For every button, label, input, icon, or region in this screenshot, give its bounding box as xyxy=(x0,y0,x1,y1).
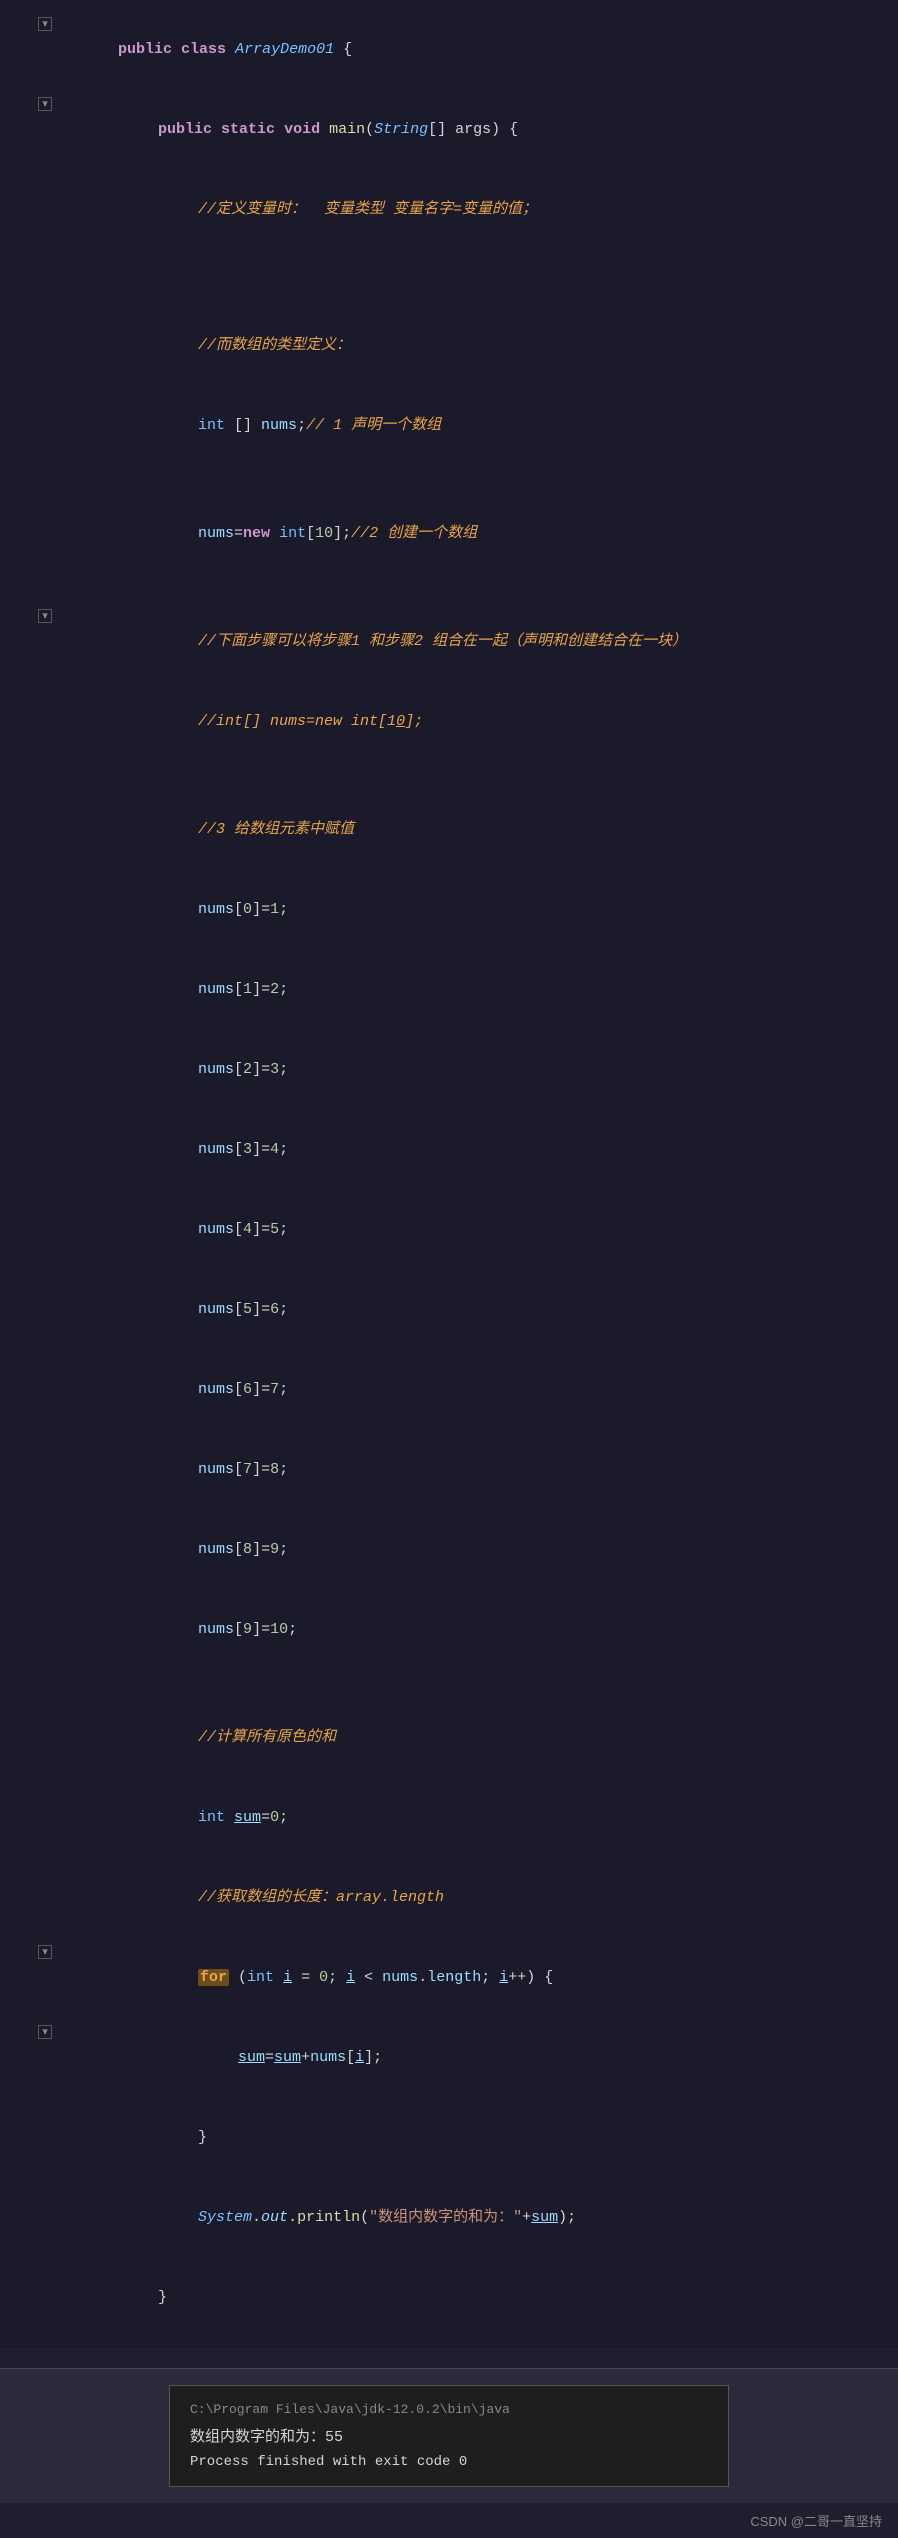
code-line-27: int sum=0; xyxy=(0,1778,898,1858)
kw-class: class xyxy=(181,41,226,58)
line-content-3: //定义变量时： 变量类型 变量名字=变量的值； xyxy=(60,171,898,249)
code-line-empty-4 xyxy=(0,574,898,602)
code-line-18: nums[3]=4; xyxy=(0,1110,898,1190)
fold-icon-30[interactable]: ▾ xyxy=(38,2025,52,2039)
fold-icon-29[interactable]: ▾ xyxy=(38,1945,52,1959)
classname-arraydemo: ArrayDemo01 xyxy=(235,41,334,58)
output-area: C:\Program Files\Java\jdk-12.0.2\bin\jav… xyxy=(0,2368,898,2503)
code-line-empty-6 xyxy=(0,1670,898,1698)
code-line-22: nums[7]=8; xyxy=(0,1430,898,1510)
code-line-empty-1 xyxy=(0,250,898,278)
code-line-26: //计算所有原色的和 xyxy=(0,1698,898,1778)
output-terminal: C:\Program Files\Java\jdk-12.0.2\bin\jav… xyxy=(169,2385,729,2487)
code-line-12: //int[] nums=new int[10]; xyxy=(0,682,898,762)
kw-public: public xyxy=(118,41,172,58)
line-content-2: public static void main(String[] args) { xyxy=(60,91,898,169)
fold-icon-2[interactable]: ▾ xyxy=(38,97,52,111)
line-gutter-2: ▾ xyxy=(0,97,60,111)
code-line-28: //获取数组的长度：array.length xyxy=(0,1858,898,1938)
code-line-20: nums[5]=6; xyxy=(0,1270,898,1350)
code-line-7: int [] nums;// 1 声明一个数组 xyxy=(0,386,898,466)
fold-icon-1[interactable]: ▾ xyxy=(38,17,52,31)
code-line-16: nums[1]=2; xyxy=(0,950,898,1030)
code-line-29: ▾ for (int i = 0; i < nums.length; i++) … xyxy=(0,1938,898,2018)
code-line-33: } xyxy=(0,2258,898,2338)
code-line-1: ▾ public class ArrayDemo01 { xyxy=(0,10,898,90)
code-line-17: nums[2]=3; xyxy=(0,1030,898,1110)
code-line-empty-2 xyxy=(0,278,898,306)
code-line-empty-3 xyxy=(0,466,898,494)
code-line-empty-5 xyxy=(0,762,898,790)
code-line-24: nums[9]=10; xyxy=(0,1590,898,1670)
code-line-9: nums=new int[10];//2 创建一个数组 xyxy=(0,494,898,574)
code-editor: ▾ public class ArrayDemo01 { ▾ public st… xyxy=(0,0,898,2348)
code-line-23: nums[8]=9; xyxy=(0,1510,898,1590)
code-line-6: //而数组的类型定义： xyxy=(0,306,898,386)
code-line-32: System.out.println("数组内数字的和为："+sum); xyxy=(0,2178,898,2258)
line-gutter-1: ▾ xyxy=(0,17,60,31)
output-process: Process finished with exit code 0 xyxy=(190,2454,708,2470)
watermark: CSDN @二哥一直坚持 xyxy=(0,2503,898,2538)
code-line-11: ▾ //下面步骤可以将步骤1 和步骤2 组合在一起（声明和创建结合在一块） xyxy=(0,602,898,682)
line-content-1: public class ArrayDemo01 { xyxy=(60,11,898,89)
code-line-14: //3 给数组元素中赋值 xyxy=(0,790,898,870)
output-path: C:\Program Files\Java\jdk-12.0.2\bin\jav… xyxy=(190,2402,708,2417)
code-line-3: //定义变量时： 变量类型 变量名字=变量的值； xyxy=(0,170,898,250)
code-line-30: ▾ sum=sum+nums[i]; xyxy=(0,2018,898,2098)
code-line-15: nums[0]=1; xyxy=(0,870,898,950)
code-line-19: nums[4]=5; xyxy=(0,1190,898,1270)
output-result: 数组内数字的和为：55 xyxy=(190,2425,708,2446)
code-line-21: nums[6]=7; xyxy=(0,1350,898,1430)
code-line-2: ▾ public static void main(String[] args)… xyxy=(0,90,898,170)
code-line-31: } xyxy=(0,2098,898,2178)
fold-icon-11[interactable]: ▾ xyxy=(38,609,52,623)
